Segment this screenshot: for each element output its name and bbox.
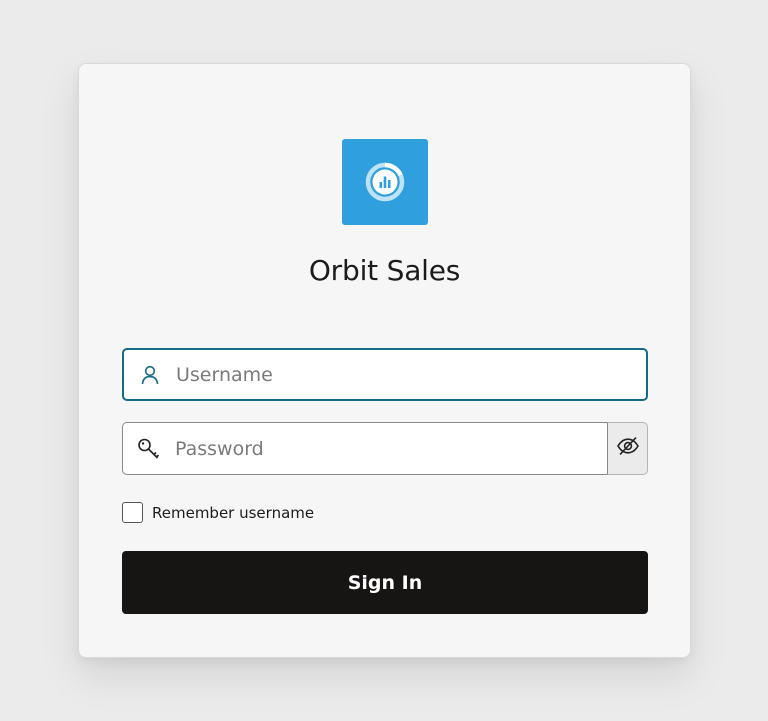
remember-username-label: Remember username bbox=[152, 503, 315, 522]
show-password-button[interactable] bbox=[607, 422, 648, 475]
app-logo bbox=[342, 139, 428, 225]
key-icon bbox=[123, 436, 175, 462]
username-field[interactable] bbox=[122, 348, 648, 401]
login-card: Orbit Sales Username Remember username S… bbox=[78, 63, 691, 658]
user-icon bbox=[124, 364, 176, 386]
password-input[interactable] bbox=[175, 423, 608, 474]
sign-in-button[interactable]: Sign In bbox=[122, 551, 648, 614]
password-field[interactable] bbox=[122, 422, 608, 475]
app-title: Orbit Sales bbox=[308, 254, 461, 287]
remember-username-checkbox[interactable] bbox=[122, 502, 143, 523]
username-input[interactable] bbox=[176, 350, 646, 399]
remember-username[interactable]: Remember username bbox=[122, 502, 314, 523]
eye-slash-icon bbox=[616, 434, 640, 463]
orbit-chart-logo-icon bbox=[342, 139, 428, 225]
